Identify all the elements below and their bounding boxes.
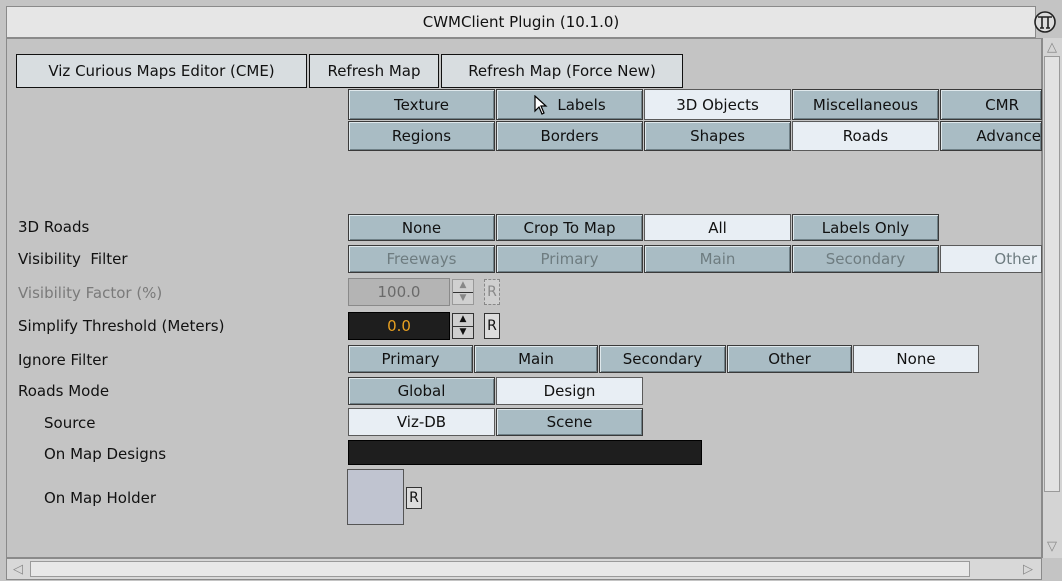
tab-label: Regions [391,127,452,145]
option-label: Labels Only [821,218,910,237]
refresh-map-label: Refresh Map [327,62,421,80]
visibility-filter-main[interactable]: Main [644,245,791,273]
roads3d-label: 3D Roads [18,218,90,236]
option-label: Viz-DB [396,413,447,431]
option-label: Main [518,350,554,368]
tab-cmr[interactable]: CMR [940,89,1042,120]
tab-labels[interactable]: Labels [496,89,643,120]
option-label: Design [543,382,596,400]
tab-label: Labels [557,95,606,114]
scroll-up-icon[interactable]: △ [1044,40,1060,55]
ignore-filter-label: Ignore Filter [18,351,108,369]
source-label: Source [44,414,96,432]
option-label: Secondary [825,250,906,268]
tab-label: Shapes [690,127,745,145]
option-label: All [708,218,727,237]
visibility-factor-label: Visibility Factor (%) [18,284,163,302]
on-map-designs-label: On Map Designs [44,445,167,463]
tab-label: CMR [985,95,1019,114]
option-label: Freeways [386,250,457,268]
on-map-holder-label: On Map Holder [44,489,157,507]
option-label: None [401,218,442,237]
tab-label: 3D Objects [676,95,759,114]
tab-shapes[interactable]: Shapes [644,121,791,151]
visibility-filter-primary[interactable]: Primary [496,245,643,273]
option-label: Crop To Map [523,218,616,237]
scroll-right-icon[interactable]: ▷ [1020,561,1036,577]
ignore-filter-secondary[interactable]: Secondary [599,345,726,373]
tab-texture[interactable]: Texture [348,89,495,120]
scroll-down-icon[interactable]: ▽ [1044,538,1060,554]
scroll-left-icon[interactable]: ◁ [10,561,26,577]
on-map-holder-drop-area[interactable] [347,469,404,525]
visibility-filter-other[interactable]: Other [940,245,1042,273]
roads-mode-label: Roads Mode [18,382,110,400]
on-map-designs-field[interactable] [348,440,702,465]
tab-roads[interactable]: Roads [792,121,939,151]
visibility-filter-secondary[interactable]: Secondary [792,245,939,273]
visibility-filter-freeways[interactable]: Freeways [348,245,495,273]
tab-regions[interactable]: Regions [348,121,495,151]
tab-label: Borders [540,127,599,145]
source-viz-db[interactable]: Viz-DB [348,408,495,436]
stepper-up-icon[interactable]: ▲ [453,314,473,326]
plugin-icon[interactable] [1030,8,1060,36]
tab-label: Texture [394,95,449,114]
tab-borders[interactable]: Borders [496,121,643,151]
simplify-threshold-stepper[interactable]: ▲ ▼ [452,313,474,339]
option-label: Scene [546,413,593,431]
option-label: Primary [381,350,440,368]
option-label: Secondary [622,350,703,368]
refresh-map-button[interactable]: Refresh Map [309,54,439,88]
on-map-holder-reset[interactable]: R [406,487,422,509]
cme-button-label: Viz Curious Maps Editor (CME) [48,62,275,80]
option-label: Other [768,350,811,368]
tab-label: Advance [976,127,1041,145]
visibility-filter-label: Visibility Filter [18,250,128,268]
refresh-map-force-label: Refresh Map (Force New) [468,62,656,80]
stepper-down-icon[interactable]: ▼ [453,325,473,339]
visibility-factor-field[interactable]: 100.0 [348,278,450,306]
ignore-filter-primary[interactable]: Primary [348,345,473,373]
roads-mode-design[interactable]: Design [496,377,643,405]
visibility-factor-reset[interactable]: R [484,279,500,305]
ignore-filter-main[interactable]: Main [474,345,598,373]
option-label: Main [699,250,736,268]
horizontal-scroll-thumb[interactable] [30,561,970,577]
roads3d-option-crop[interactable]: Crop To Map [496,214,643,241]
tab-label: Miscellaneous [812,95,919,114]
stepper-up-icon[interactable]: ▲ [453,280,473,292]
option-label: Global [397,382,446,400]
roads3d-option-none[interactable]: None [348,214,495,241]
roads3d-option-all[interactable]: All [644,214,791,241]
tab-advanced[interactable]: Advance [940,121,1042,151]
option-label: Primary [540,250,599,268]
window-title: CWMClient Plugin (10.1.0) [422,13,620,31]
tab-miscellaneous[interactable]: Miscellaneous [792,89,939,120]
vertical-scroll-thumb[interactable] [1044,56,1060,492]
refresh-map-force-button[interactable]: Refresh Map (Force New) [441,54,683,88]
simplify-threshold-reset[interactable]: R [484,313,500,339]
stepper-down-icon[interactable]: ▼ [453,291,473,305]
source-scene[interactable]: Scene [496,408,643,436]
window-title-bar: CWMClient Plugin (10.1.0) [6,6,1036,38]
cme-button[interactable]: Viz Curious Maps Editor (CME) [16,54,307,88]
option-label: None [896,350,936,368]
simplify-threshold-label: Simplify Threshold (Meters) [18,317,225,335]
visibility-factor-stepper[interactable]: ▲ ▼ [452,279,474,305]
roads3d-option-labels-only[interactable]: Labels Only [792,214,939,241]
roads-mode-global[interactable]: Global [348,377,495,405]
tab-label: Roads [842,127,889,145]
ignore-filter-none[interactable]: None [853,345,979,373]
mouse-cursor-icon [534,94,548,115]
ignore-filter-other[interactable]: Other [727,345,852,373]
option-label: Other [994,250,1037,268]
simplify-threshold-field[interactable]: 0.0 [348,312,450,340]
tab-3d-objects[interactable]: 3D Objects [644,89,791,120]
